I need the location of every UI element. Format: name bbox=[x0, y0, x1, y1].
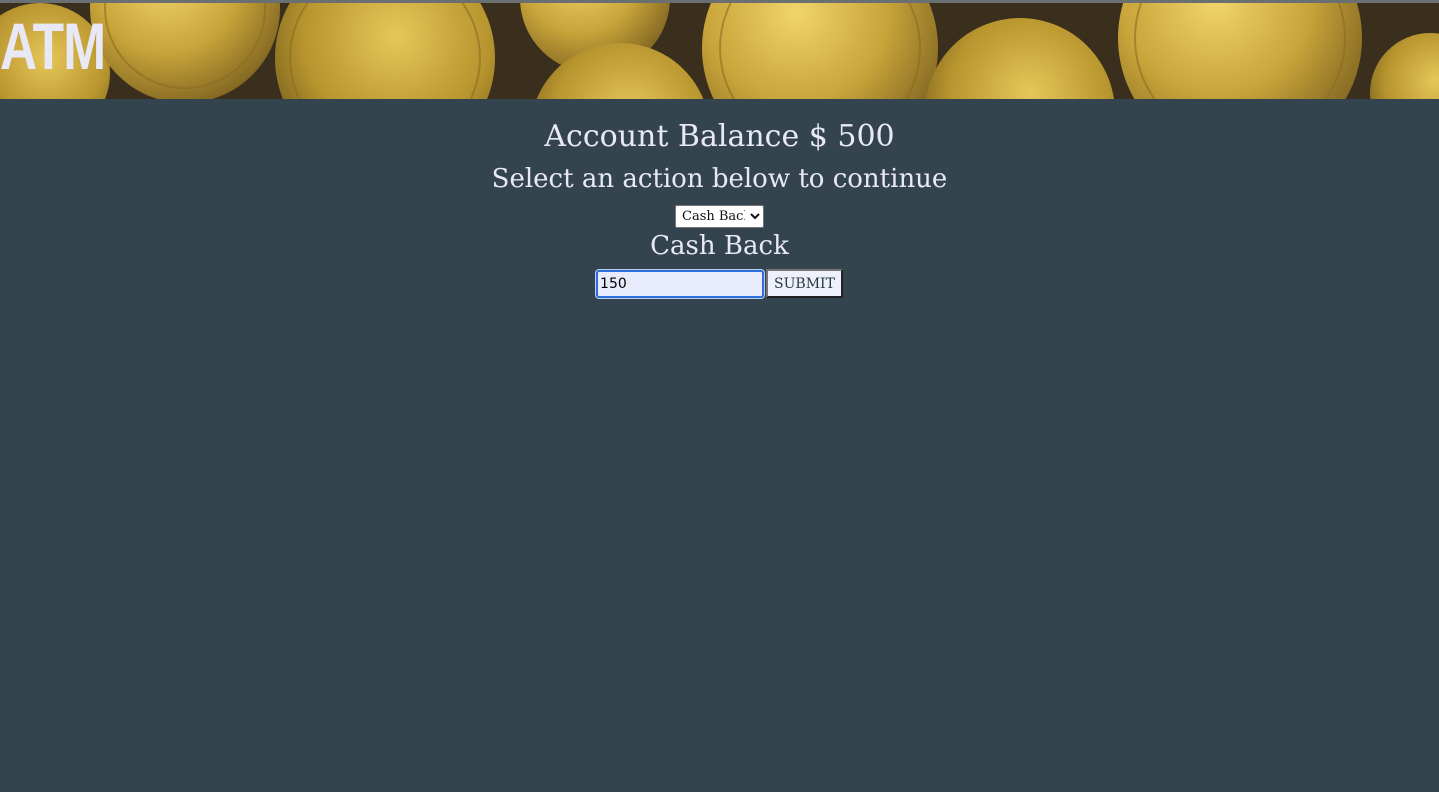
amount-input[interactable] bbox=[595, 268, 766, 299]
action-prompt: Select an action below to continue bbox=[491, 164, 948, 194]
coins-background-image bbox=[0, 3, 1439, 99]
app-title: ATM bbox=[0, 9, 106, 83]
header-banner: ATM bbox=[0, 3, 1439, 99]
action-select[interactable]: Cash Back bbox=[675, 205, 764, 228]
account-balance: Account Balance $ 500 bbox=[544, 119, 895, 154]
submit-button[interactable]: SUBMIT bbox=[766, 269, 843, 298]
cash-back-form: SUBMIT bbox=[0, 268, 1439, 299]
main-content: Account Balance $ 500 Select an action b… bbox=[0, 99, 1439, 299]
action-select-wrapper: Cash Back bbox=[0, 205, 1439, 229]
section-title: Cash Back bbox=[650, 231, 789, 261]
